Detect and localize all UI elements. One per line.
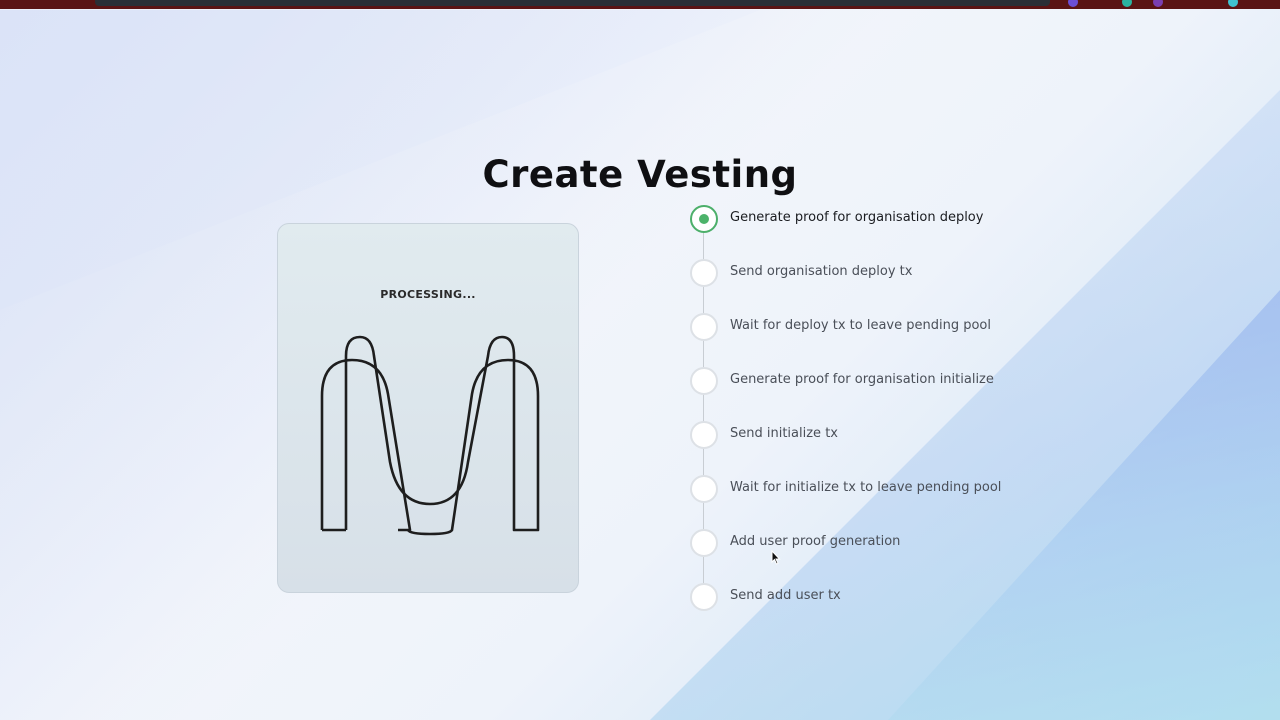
extension-icon[interactable] xyxy=(1122,0,1132,7)
m-logo-icon xyxy=(320,335,540,536)
step-item: Wait for initialize tx to leave pending … xyxy=(690,475,1090,503)
step-label: Send add user tx xyxy=(730,588,841,603)
step-item: Generate proof for organisation deploy xyxy=(690,205,1090,233)
step-label: Wait for deploy tx to leave pending pool xyxy=(730,318,991,333)
mouse-cursor-icon xyxy=(771,550,781,565)
browser-tab-strip xyxy=(95,0,1050,6)
step-label: Add user proof generation xyxy=(730,534,901,549)
step-label: Wait for initialize tx to leave pending … xyxy=(730,480,1002,495)
browser-top-bar xyxy=(0,0,1280,9)
step-pending-indicator-icon xyxy=(690,475,718,503)
progress-steps: Generate proof for organisation deploy S… xyxy=(690,205,1090,615)
step-label: Send initialize tx xyxy=(730,426,838,441)
step-label: Send organisation deploy tx xyxy=(730,264,913,279)
step-item: Generate proof for organisation initiali… xyxy=(690,367,1090,395)
processing-card: PROCESSING... xyxy=(277,223,579,593)
step-item: Add user proof generation xyxy=(690,529,1090,557)
step-pending-indicator-icon xyxy=(690,583,718,611)
step-item: Send initialize tx xyxy=(690,421,1090,449)
extension-icon[interactable] xyxy=(1068,0,1078,7)
step-pending-indicator-icon xyxy=(690,367,718,395)
step-pending-indicator-icon xyxy=(690,259,718,287)
step-active-indicator-icon xyxy=(690,205,718,233)
page-title: Create Vesting xyxy=(482,152,798,196)
processing-status: PROCESSING... xyxy=(380,288,476,301)
extension-icon[interactable] xyxy=(1153,0,1163,7)
step-label: Generate proof for organisation deploy xyxy=(730,210,984,225)
step-item: Send add user tx xyxy=(690,583,1090,611)
step-item: Send organisation deploy tx xyxy=(690,259,1090,287)
step-pending-indicator-icon xyxy=(690,421,718,449)
step-pending-indicator-icon xyxy=(690,529,718,557)
step-pending-indicator-icon xyxy=(690,313,718,341)
profile-avatar-icon[interactable] xyxy=(1228,0,1238,7)
step-label: Generate proof for organisation initiali… xyxy=(730,372,994,387)
step-item: Wait for deploy tx to leave pending pool xyxy=(690,313,1090,341)
